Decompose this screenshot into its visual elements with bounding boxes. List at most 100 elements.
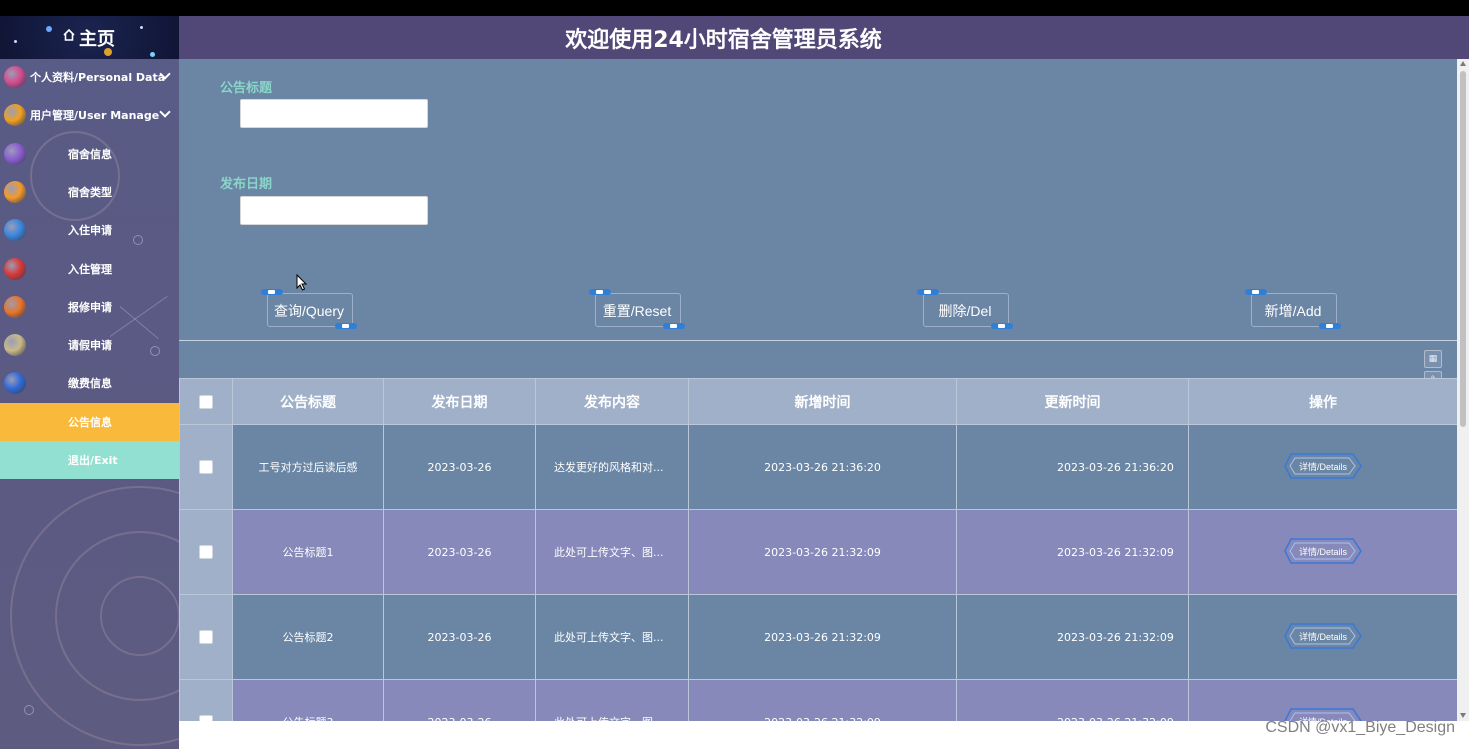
sidebar-item-3[interactable]: 宿舍类型 [0,173,179,211]
row-select-cell [179,424,233,510]
deco-circle [100,576,179,656]
details-button[interactable]: 详情/Details [1283,450,1363,482]
row-checkbox[interactable] [199,545,213,559]
table-cell: 2023-03-26 21:36:20 [688,424,957,510]
main-content: 公告标题 发布日期 查询/Query 重置/Reset 删除/Del 新增/Ad… [179,59,1457,721]
details-button[interactable]: 详情/Details [1283,620,1363,652]
table-header-row: 公告标题 发布日期 发布内容 新增时间 更新时间 操作 [179,378,1457,425]
scrollbar-thumb[interactable] [1460,71,1466,427]
query-button[interactable]: 查询/Query [261,287,357,331]
deco-dot [24,705,34,715]
reset-button[interactable]: 重置/Reset [589,287,685,331]
table-cell: 2023-03-26 21:32:09 [688,594,957,680]
add-button[interactable]: 新增/Add [1245,287,1341,331]
sidebar-item-label: 用户管理/User Manage [30,109,160,123]
table-cell: 2023-03-26 21:32:09 [956,509,1189,595]
sun-planet-icon [4,104,26,127]
row-checkbox[interactable] [199,630,213,644]
sidebar-item-5[interactable]: 入住管理 [0,250,179,288]
page-title: 欢迎使用24小时宿舍管理员系统 [565,28,882,53]
sidebar-item-0[interactable]: 个人资料/Personal Data [0,58,179,96]
row-checkbox[interactable] [199,460,213,474]
col-header: 公告标题 [232,378,384,425]
table-cell: 2023-03-26 21:32:09 [956,679,1189,721]
scroll-up-icon[interactable] [1460,61,1466,66]
table-cell: 公告标题3 [232,679,384,721]
table-toolbar: ▦ ⇪ ⎙ [179,340,1457,410]
row-select-cell [179,679,233,721]
sidebar-item-10[interactable]: 退出/Exit [0,441,179,479]
row-select-cell [179,509,233,595]
sidebar-item-label: 请假申请 [68,339,112,353]
table-row: 公告标题1 2023-03-26 此处可上传文字、图... 2023-03-26 21… [179,509,1457,595]
sidebar-item-label: 入住申请 [68,224,112,238]
table-cell: 2023-03-26 [383,509,536,595]
mouse-cursor-icon [296,274,308,291]
table-cell: 工号对方过后读后感 [232,424,384,510]
publish-date-input[interactable] [240,196,428,225]
table-cell: 公告标题2 [232,594,384,680]
row-actions-cell: 详情/Details [1188,424,1457,510]
sidebar-item-label: 退出/Exit [68,454,118,467]
announcement-table: 公告标题 发布日期 发布内容 新增时间 更新时间 操作 工号对方过后读后感 202… [179,378,1457,721]
sidebar-item-9[interactable]: 公告信息 [0,402,179,441]
sidebar-item-7[interactable]: 请假申请 [0,326,179,364]
sidebar-item-label: 个人资料/Personal Data [30,71,166,84]
sidebar-item-label: 入住管理 [68,262,112,276]
sidebar-item-1[interactable]: 用户管理/User Manage [0,96,179,134]
table-cell: 达发更好的风格和对... [535,424,689,510]
row-select-cell [179,594,233,680]
details-button-label: 详情/Details [1298,461,1347,472]
query-button-label: 查询/Query [273,303,344,319]
table-cell: 2023-03-26 [383,594,536,680]
window-top-edge [0,0,1469,16]
table-row: 公告标题2 2023-03-26 此处可上传文字、图... 2023-03-26 21… [179,594,1457,680]
table-cell: 2023-03-26 21:36:20 [956,424,1189,510]
col-header: 新增时间 [688,378,957,425]
table-cell: 此处可上传文字、图... [535,509,689,595]
row-actions-cell: 详情/Details [1188,594,1457,680]
atom-icon [4,66,26,88]
table-cell: 此处可上传文字、图... [535,594,689,680]
announcement-title-label: 公告标题 [220,81,273,96]
reset-button-label: 重置/Reset [602,303,672,319]
select-all-cell [179,378,233,425]
table-cell: 2023-03-26 21:32:09 [688,679,957,721]
details-button[interactable]: 详情/Details [1283,535,1363,567]
scroll-down-icon[interactable] [1460,713,1466,718]
sidebar-item-label: 报修申请 [68,300,112,314]
table-cell: 2023-03-26 [383,679,536,721]
jupiter-icon [4,295,26,318]
sidebar-item-6[interactable]: 报修申请 [0,288,179,326]
grid-view-icon[interactable]: ▦ [1424,350,1442,368]
announcement-title-input[interactable] [240,99,428,128]
watermark: CSDN @vx1_Biye_Design [1265,719,1455,736]
sidebar-item-8[interactable]: 缴费信息 [0,364,179,402]
chevron-down-icon [159,106,171,118]
table-cell: 此处可上传文字、图... [535,679,689,721]
header-bar: 欢迎使用24小时宿舍管理员系统 [179,16,1469,59]
col-header: 操作 [1188,378,1457,425]
sidebar-item-label: 公告信息 [68,415,112,429]
row-actions-cell: 详情/Details [1188,509,1457,595]
delete-button[interactable]: 删除/Del [917,287,1013,331]
publish-date-label: 发布日期 [220,177,273,192]
table-cell: 2023-03-26 [383,424,536,510]
row-actions-cell: 详情/Details [1188,679,1457,721]
sidebar-item-4[interactable]: 入住申请 [0,211,179,249]
page-scrollbar[interactable] [1457,59,1469,721]
sidebar-item-label: 宿舍类型 [68,185,112,199]
details-button-label: 详情/Details [1298,631,1347,642]
table-row: 公告标题32023-03-26此处可上传文字、图...2023-03-26 21… [179,679,1457,721]
select-all-checkbox[interactable] [199,394,213,409]
details-button-label: 详情/Details [1298,546,1347,557]
sidebar-item-label: 宿舍信息 [68,147,112,161]
row-checkbox[interactable] [199,715,213,721]
sidebar: 主页 个人资料/Personal Data 用户管理/User Manage 宿舍信… [0,16,179,749]
table-cell: 公告标题1 [232,509,384,595]
sidebar-item-2[interactable]: 宿舍信息 [0,135,179,173]
blue-planet-icon [4,372,26,395]
col-header: 发布日期 [383,378,536,425]
table-cell: 2023-03-26 21:32:09 [956,594,1189,680]
col-header: 发布内容 [535,378,689,425]
